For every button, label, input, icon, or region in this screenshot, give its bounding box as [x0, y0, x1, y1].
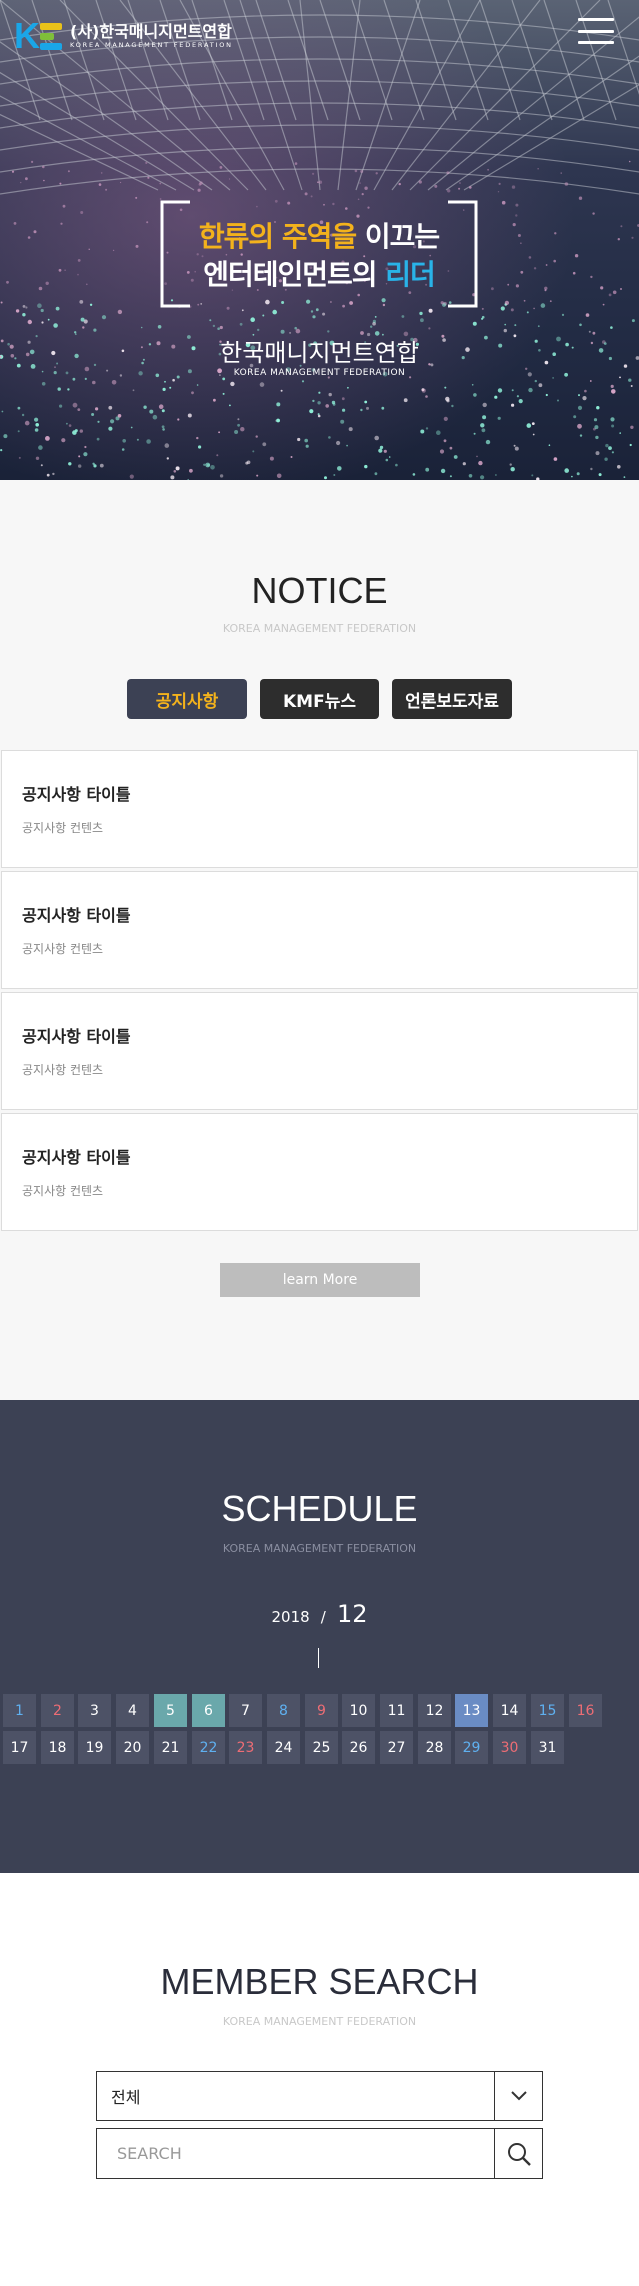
hero-headline-line1: 한류의 주역을 이끄는 — [198, 220, 440, 253]
notice-item[interactable]: 공지사항 타이틀 공지사항 컨텐츠 — [1, 750, 638, 868]
calendar-day[interactable]: 13 — [455, 1694, 488, 1727]
schedule-title: SCHEDULE — [221, 1488, 418, 1529]
calendar-day[interactable]: 21 — [154, 1731, 187, 1764]
calendar-day[interactable]: 23 — [229, 1731, 262, 1764]
calendar-day[interactable]: 5 — [154, 1694, 187, 1727]
calendar-day[interactable]: 6 — [192, 1694, 225, 1727]
calendar-day[interactable]: 17 — [3, 1731, 36, 1764]
calendar-divider — [318, 1648, 319, 1668]
chevron-down-icon[interactable] — [494, 2072, 542, 2120]
search-field[interactable] — [96, 2128, 543, 2179]
calendar-day[interactable]: 29 — [455, 1731, 488, 1764]
calendar-day[interactable]: 18 — [41, 1731, 74, 1764]
hero-banner: K (사)한국매니지먼트연합 KOREA MANAGEMENT FEDERATI… — [0, 0, 639, 480]
member-search-subtitle: KOREA MANAGEMENT FEDERATION — [222, 2015, 417, 2028]
calendar-day[interactable]: 15 — [531, 1694, 564, 1727]
notice-item-title: 공지사항 타이틀 — [22, 906, 131, 925]
member-search-title: MEMBER SEARCH — [160, 1961, 479, 2002]
logo-mark-icon — [40, 22, 62, 50]
calendar-day[interactable]: 20 — [116, 1731, 149, 1764]
calendar-day[interactable]: 3 — [78, 1694, 111, 1727]
calendar-separator: / — [320, 1608, 326, 1626]
logo-name: (사)한국매니지먼트연합 — [70, 21, 232, 41]
notice-item-title: 공지사항 타이틀 — [22, 1027, 131, 1046]
site-logo[interactable]: K (사)한국매니지먼트연합 KOREA MANAGEMENT FEDERATI… — [14, 18, 233, 54]
calendar-day[interactable]: 31 — [531, 1731, 564, 1764]
calendar-day[interactable]: 9 — [305, 1694, 338, 1727]
notice-title: NOTICE — [251, 570, 388, 611]
tab-notice[interactable]: 공지사항 — [127, 679, 247, 719]
search-icon[interactable] — [494, 2129, 542, 2178]
notice-item-desc: 공지사항 컨텐츠 — [22, 1063, 104, 1077]
calendar-day[interactable]: 30 — [493, 1731, 526, 1764]
calendar-day[interactable]: 2 — [41, 1694, 74, 1727]
calendar-day[interactable]: 24 — [267, 1731, 300, 1764]
hamburger-icon[interactable] — [578, 18, 614, 44]
calendar-day[interactable]: 1 — [3, 1694, 36, 1727]
notice-item[interactable]: 공지사항 타이틀 공지사항 컨텐츠 — [1, 1113, 638, 1231]
category-select-value: 전체 — [111, 2088, 141, 2107]
hero-title: 한국매니지먼트연합 — [220, 339, 419, 367]
category-select[interactable]: 전체 — [96, 2071, 543, 2121]
calendar-day[interactable]: 14 — [493, 1694, 526, 1727]
notice-item-title: 공지사항 타이틀 — [22, 785, 131, 804]
notice-item[interactable]: 공지사항 타이틀 공지사항 컨텐츠 — [1, 992, 638, 1110]
notice-item-desc: 공지사항 컨텐츠 — [22, 821, 104, 835]
calendar-day[interactable]: 19 — [78, 1731, 111, 1764]
notice-item-desc: 공지사항 컨텐츠 — [22, 1184, 104, 1198]
notice-item-desc: 공지사항 컨텐츠 — [22, 942, 104, 956]
calendar-day[interactable]: 12 — [418, 1694, 451, 1727]
tab-kmf-news[interactable]: KMF뉴스 — [260, 679, 379, 719]
learn-more-button[interactable]: learn More — [220, 1263, 420, 1297]
hero-subtitle: KOREA MANAGEMENT FEDERATION — [233, 368, 406, 378]
notice-section: NOTICE KOREA MANAGEMENT FEDERATION 공지사항 … — [0, 480, 639, 1400]
tab-press-release[interactable]: 언론보도자료 — [392, 679, 512, 719]
notice-subtitle: KOREA MANAGEMENT FEDERATION — [222, 622, 417, 635]
notice-item[interactable]: 공지사항 타이틀 공지사항 컨텐츠 — [1, 871, 638, 989]
hero-headline-frame: 한류의 주역을 이끄는 엔터테인먼트의 리더 — [160, 200, 478, 308]
calendar-day[interactable]: 8 — [267, 1694, 300, 1727]
schedule-subtitle: KOREA MANAGEMENT FEDERATION — [222, 1542, 417, 1555]
notice-item-title: 공지사항 타이틀 — [22, 1148, 131, 1167]
schedule-section: SCHEDULE KOREA MANAGEMENT FEDERATION 201… — [0, 1400, 639, 1873]
logo-english-name: KOREA MANAGEMENT FEDERATION — [70, 40, 233, 49]
calendar-day[interactable]: 26 — [342, 1731, 375, 1764]
calendar-year-month: 2018 / 12 — [0, 1600, 639, 1628]
calendar-year: 2018 — [271, 1608, 310, 1626]
member-search-section: MEMBER SEARCH KOREA MANAGEMENT FEDERATIO… — [0, 1873, 639, 2286]
calendar-day[interactable]: 25 — [305, 1731, 338, 1764]
calendar-day[interactable]: 16 — [569, 1694, 602, 1727]
calendar-month: 12 — [336, 1600, 368, 1628]
calendar-day[interactable]: 28 — [418, 1731, 451, 1764]
search-input[interactable] — [97, 2129, 494, 2178]
calendar-day[interactable]: 27 — [380, 1731, 413, 1764]
hero-headline-line2: 엔터테인먼트의 리더 — [203, 258, 436, 291]
calendar-day[interactable]: 4 — [116, 1694, 149, 1727]
calendar-day[interactable]: 10 — [342, 1694, 375, 1727]
calendar-day[interactable]: 22 — [192, 1731, 225, 1764]
calendar-day[interactable]: 7 — [229, 1694, 262, 1727]
calendar-day[interactable]: 11 — [380, 1694, 413, 1727]
logo-letter: K — [14, 15, 40, 56]
